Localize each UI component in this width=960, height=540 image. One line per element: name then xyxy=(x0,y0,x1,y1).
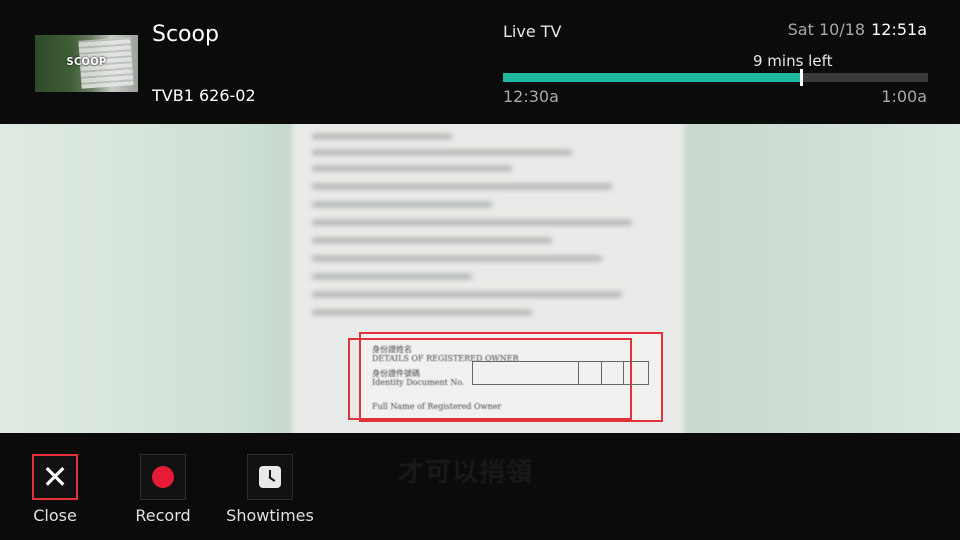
progress-fill xyxy=(503,73,801,82)
doc-row xyxy=(312,166,512,171)
close-icon: ✕ xyxy=(41,458,69,496)
doc-row xyxy=(312,184,612,189)
record-action[interactable]: Record xyxy=(127,454,199,525)
progress-marker xyxy=(799,69,803,86)
doc-row xyxy=(312,238,552,243)
field-cell xyxy=(623,362,624,384)
live-tv-label: Live TV xyxy=(503,22,562,41)
field-cell xyxy=(578,362,579,384)
end-time: 1:00a xyxy=(881,87,927,106)
doc-row xyxy=(312,220,632,225)
program-thumbnail: SCOOP xyxy=(35,35,138,92)
thumbnail-title: SCOOP xyxy=(66,55,107,68)
video-frame: 身份證姓名 DETAILS OF REGISTERED OWNER 身份證件號碼… xyxy=(0,124,960,433)
clock-time: 12:51a xyxy=(871,20,927,39)
time-remaining: 9 mins left xyxy=(753,52,833,70)
video-subtitle: 才可以捎領 xyxy=(398,458,534,488)
doc-row xyxy=(312,310,532,315)
close-label: Close xyxy=(33,506,77,525)
close-button[interactable]: ✕ xyxy=(32,454,78,500)
program-info-bar: SCOOP Scoop TVB1 626-02 Live TV Sat 10/1… xyxy=(0,0,960,124)
doc-row xyxy=(312,256,602,261)
doc-row xyxy=(312,274,472,279)
date-label: Sat 10/18 xyxy=(787,20,866,39)
record-button[interactable] xyxy=(140,454,186,500)
field-cell xyxy=(601,362,602,384)
doc-row xyxy=(312,292,622,297)
showtimes-button[interactable] xyxy=(247,454,293,500)
program-title: Scoop xyxy=(152,22,219,47)
showtimes-label: Showtimes xyxy=(226,506,314,525)
channel-label: TVB1 626-02 xyxy=(152,86,256,105)
doc-text: Full Name of Registered Owner xyxy=(372,402,502,411)
date-time: Sat 10/18 12:51a xyxy=(788,20,927,39)
program-progress-bar xyxy=(503,69,928,86)
doc-row xyxy=(312,202,492,207)
start-time: 12:30a xyxy=(503,87,559,106)
doc-text: Identity Document No. xyxy=(372,378,465,387)
doc-row xyxy=(312,134,452,139)
record-icon xyxy=(152,466,174,488)
close-action[interactable]: ✕ Close xyxy=(23,454,87,525)
clock-icon xyxy=(259,466,281,488)
showtimes-action[interactable]: Showtimes xyxy=(225,454,315,525)
id-field-box xyxy=(472,361,649,385)
record-label: Record xyxy=(135,506,191,525)
doc-row xyxy=(312,150,572,155)
